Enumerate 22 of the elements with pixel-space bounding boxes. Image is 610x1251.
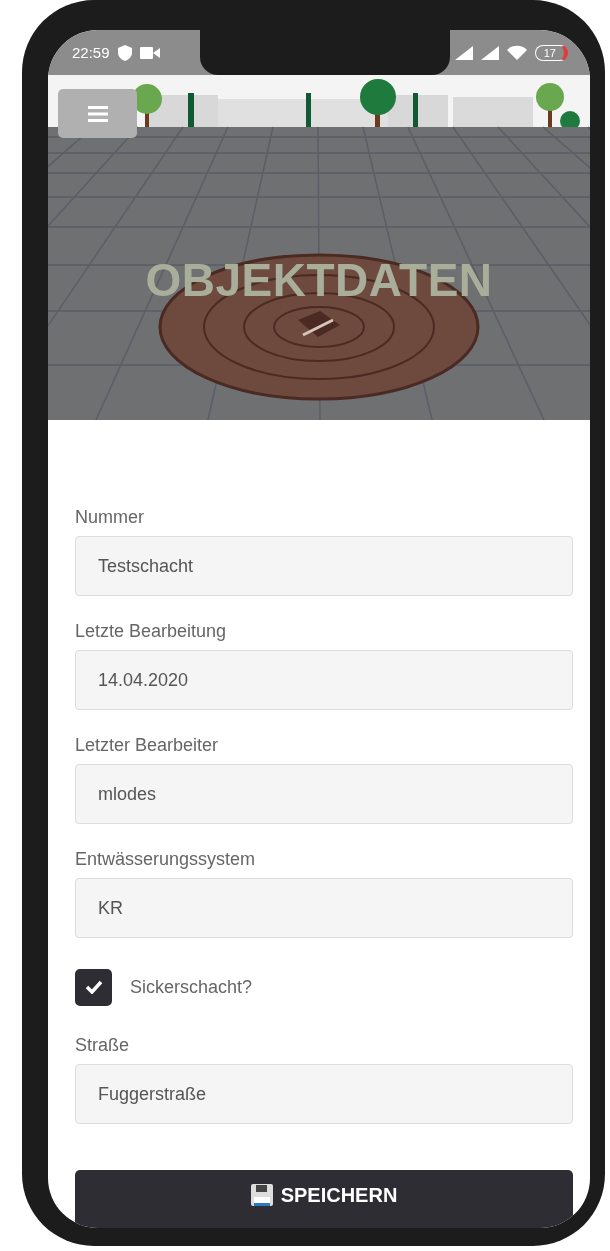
- video-camera-icon: [139, 46, 160, 59]
- signal-icon: [454, 45, 473, 60]
- checkbox[interactable]: [75, 968, 112, 1006]
- input-field[interactable]: mlodes: [75, 764, 573, 824]
- input-field[interactable]: Testschacht: [75, 536, 573, 596]
- shield-icon: [117, 44, 132, 61]
- input-field[interactable]: Fuggerstraße: [75, 1064, 573, 1124]
- field-label: Nummer: [75, 506, 145, 528]
- input-field[interactable]: KR: [75, 878, 573, 938]
- checkbox-label: Sickerschacht?: [130, 976, 253, 998]
- input-field[interactable]: 14.04.2020: [75, 650, 573, 710]
- status-time: 22:59: [72, 44, 110, 61]
- signal-icon: [480, 45, 499, 60]
- field-label: Entwässerungssystem: [75, 848, 257, 870]
- page-title: OBJEKTDATEN: [144, 253, 494, 307]
- field-label: Letzte Bearbeitung: [75, 620, 228, 642]
- field-label: Straße: [75, 1034, 131, 1056]
- save-button[interactable]: SPEICHERN: [75, 1170, 573, 1228]
- checkmark-icon: [84, 980, 103, 994]
- field-label: Letzter Bearbeiter: [75, 734, 220, 756]
- wifi-icon: [506, 45, 527, 60]
- menu-icon: [87, 105, 108, 122]
